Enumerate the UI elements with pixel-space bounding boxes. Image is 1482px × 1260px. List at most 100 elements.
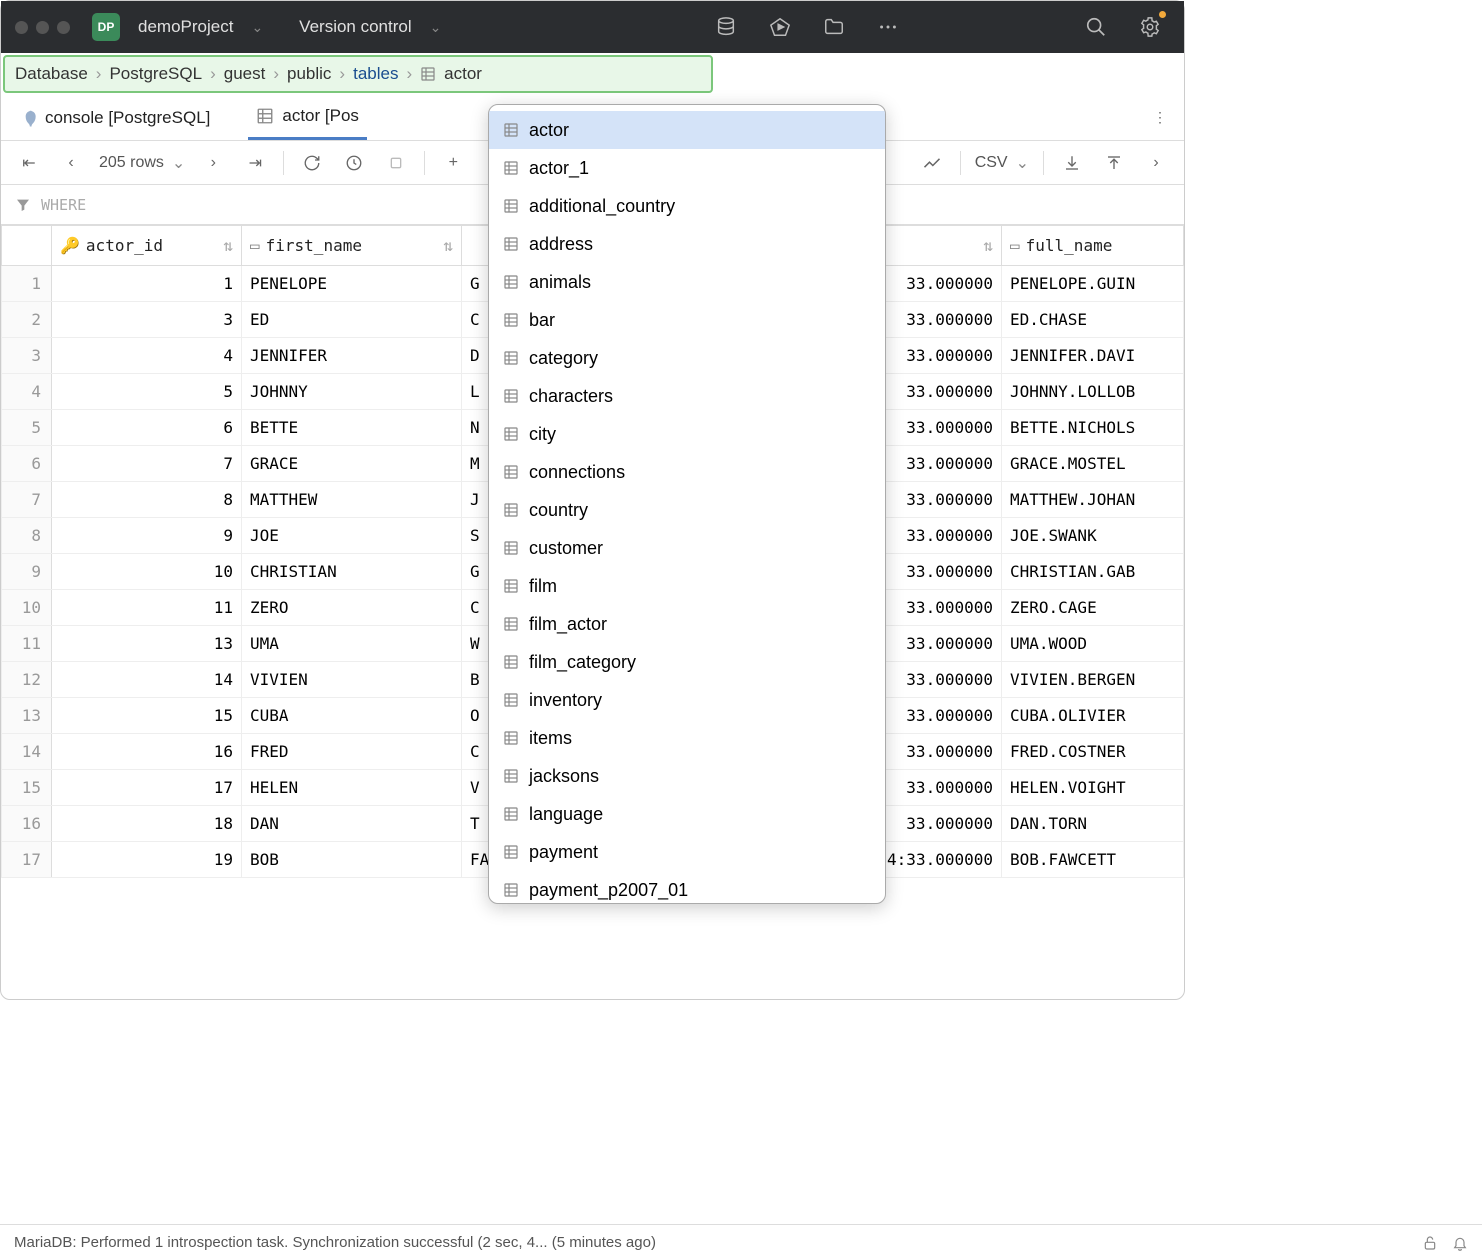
lock-icon[interactable]: [1422, 1235, 1438, 1251]
cell-full-name[interactable]: JOHNNY.LOLLOB: [1002, 374, 1184, 410]
dropdown-item[interactable]: language: [489, 795, 885, 833]
run-icon[interactable]: [760, 7, 800, 47]
cell-full-name[interactable]: HELEN.VOIGHT: [1002, 770, 1184, 806]
cell-full-name[interactable]: PENELOPE.GUIN: [1002, 266, 1184, 302]
cell-actor-id[interactable]: 17: [52, 770, 242, 806]
search-icon[interactable]: [1076, 7, 1116, 47]
export-format-button[interactable]: CSV⌄: [975, 153, 1029, 173]
dropdown-item[interactable]: connections: [489, 453, 885, 491]
last-page-icon[interactable]: ⇥: [241, 149, 269, 177]
cell-full-name[interactable]: MATTHEW.JOHAN: [1002, 482, 1184, 518]
cell-actor-id[interactable]: 15: [52, 698, 242, 734]
database-icon[interactable]: [706, 7, 746, 47]
cell-first-name[interactable]: ED: [242, 302, 462, 338]
cell-full-name[interactable]: BOB.FAWCETT: [1002, 842, 1184, 878]
dropdown-item[interactable]: payment: [489, 833, 885, 871]
dropdown-item[interactable]: film_actor: [489, 605, 885, 643]
cell-first-name[interactable]: JOE: [242, 518, 462, 554]
cell-first-name[interactable]: MATTHEW: [242, 482, 462, 518]
dropdown-item[interactable]: city: [489, 415, 885, 453]
dropdown-item[interactable]: country: [489, 491, 885, 529]
cell-first-name[interactable]: PENELOPE: [242, 266, 462, 302]
cell-first-name[interactable]: HELEN: [242, 770, 462, 806]
dropdown-item[interactable]: jacksons: [489, 757, 885, 795]
cell-actor-id[interactable]: 8: [52, 482, 242, 518]
version-control-menu[interactable]: Version control: [299, 17, 411, 37]
next-page-icon[interactable]: ›: [199, 149, 227, 177]
cell-actor-id[interactable]: 9: [52, 518, 242, 554]
chart-icon[interactable]: [918, 149, 946, 177]
dropdown-item[interactable]: customer: [489, 529, 885, 567]
column-header-full-name[interactable]: ▭full_name: [1002, 226, 1184, 266]
breadcrumb-item[interactable]: Database: [15, 64, 88, 84]
tab-actor[interactable]: actor [Pos: [248, 96, 367, 140]
cell-full-name[interactable]: ED.CHASE: [1002, 302, 1184, 338]
cell-actor-id[interactable]: 13: [52, 626, 242, 662]
cell-first-name[interactable]: BETTE: [242, 410, 462, 446]
tab-menu-icon[interactable]: ⋮: [1146, 104, 1174, 132]
cell-actor-id[interactable]: 7: [52, 446, 242, 482]
download-icon[interactable]: [1058, 149, 1086, 177]
history-icon[interactable]: [340, 149, 368, 177]
breadcrumb-item[interactable]: PostgreSQL: [109, 64, 202, 84]
breadcrumb-item[interactable]: public: [287, 64, 331, 84]
dropdown-item[interactable]: inventory: [489, 681, 885, 719]
prev-page-icon[interactable]: ‹: [57, 149, 85, 177]
cell-first-name[interactable]: ZERO: [242, 590, 462, 626]
cell-full-name[interactable]: DAN.TORN: [1002, 806, 1184, 842]
cell-first-name[interactable]: JOHNNY: [242, 374, 462, 410]
cell-full-name[interactable]: CUBA.OLIVIER: [1002, 698, 1184, 734]
cell-first-name[interactable]: CUBA: [242, 698, 462, 734]
cell-first-name[interactable]: CHRISTIAN: [242, 554, 462, 590]
cell-actor-id[interactable]: 5: [52, 374, 242, 410]
cell-full-name[interactable]: VIVIEN.BERGEN: [1002, 662, 1184, 698]
more-icon[interactable]: [868, 7, 908, 47]
dropdown-item[interactable]: additional_country: [489, 187, 885, 225]
dropdown-item[interactable]: actor: [489, 111, 885, 149]
cell-first-name[interactable]: GRACE: [242, 446, 462, 482]
cell-first-name[interactable]: VIVIEN: [242, 662, 462, 698]
cell-actor-id[interactable]: 10: [52, 554, 242, 590]
cell-actor-id[interactable]: 14: [52, 662, 242, 698]
dropdown-item[interactable]: category: [489, 339, 885, 377]
upload-icon[interactable]: [1100, 149, 1128, 177]
cell-first-name[interactable]: BOB: [242, 842, 462, 878]
cell-full-name[interactable]: FRED.COSTNER: [1002, 734, 1184, 770]
dropdown-item[interactable]: bar: [489, 301, 885, 339]
cell-full-name[interactable]: UMA.WOOD: [1002, 626, 1184, 662]
dropdown-item[interactable]: characters: [489, 377, 885, 415]
rows-count[interactable]: 205 rows⌄: [99, 153, 185, 173]
dropdown-item[interactable]: actor_1: [489, 149, 885, 187]
cell-full-name[interactable]: ZERO.CAGE: [1002, 590, 1184, 626]
cell-actor-id[interactable]: 11: [52, 590, 242, 626]
dropdown-item[interactable]: animals: [489, 263, 885, 301]
stop-icon[interactable]: [382, 149, 410, 177]
dropdown-item[interactable]: items: [489, 719, 885, 757]
breadcrumb-item[interactable]: guest: [224, 64, 266, 84]
cell-actor-id[interactable]: 16: [52, 734, 242, 770]
project-name[interactable]: demoProject: [138, 17, 233, 37]
cell-full-name[interactable]: BETTE.NICHOLS: [1002, 410, 1184, 446]
cell-full-name[interactable]: GRACE.MOSTEL: [1002, 446, 1184, 482]
column-header-actor-id[interactable]: 🔑actor_id⇅: [52, 226, 242, 266]
cell-actor-id[interactable]: 18: [52, 806, 242, 842]
dropdown-item[interactable]: film: [489, 567, 885, 605]
dropdown-item[interactable]: payment_p2007_01: [489, 871, 885, 904]
cell-actor-id[interactable]: 19: [52, 842, 242, 878]
add-row-icon[interactable]: +: [439, 149, 467, 177]
cell-actor-id[interactable]: 4: [52, 338, 242, 374]
cell-first-name[interactable]: FRED: [242, 734, 462, 770]
folder-icon[interactable]: [814, 7, 854, 47]
minimize-dot[interactable]: [36, 21, 49, 34]
bell-icon[interactable]: [1452, 1235, 1468, 1251]
cell-actor-id[interactable]: 1: [52, 266, 242, 302]
cell-first-name[interactable]: UMA: [242, 626, 462, 662]
column-header-first-name[interactable]: ▭first_name⇅: [242, 226, 462, 266]
dropdown-item[interactable]: address: [489, 225, 885, 263]
dropdown-item[interactable]: film_category: [489, 643, 885, 681]
expand-icon[interactable]: ›: [1142, 149, 1170, 177]
close-dot[interactable]: [15, 21, 28, 34]
settings-icon[interactable]: [1130, 7, 1170, 47]
cell-full-name[interactable]: CHRISTIAN.GAB: [1002, 554, 1184, 590]
tab-console[interactable]: console [PostgreSQL]: [11, 96, 218, 140]
